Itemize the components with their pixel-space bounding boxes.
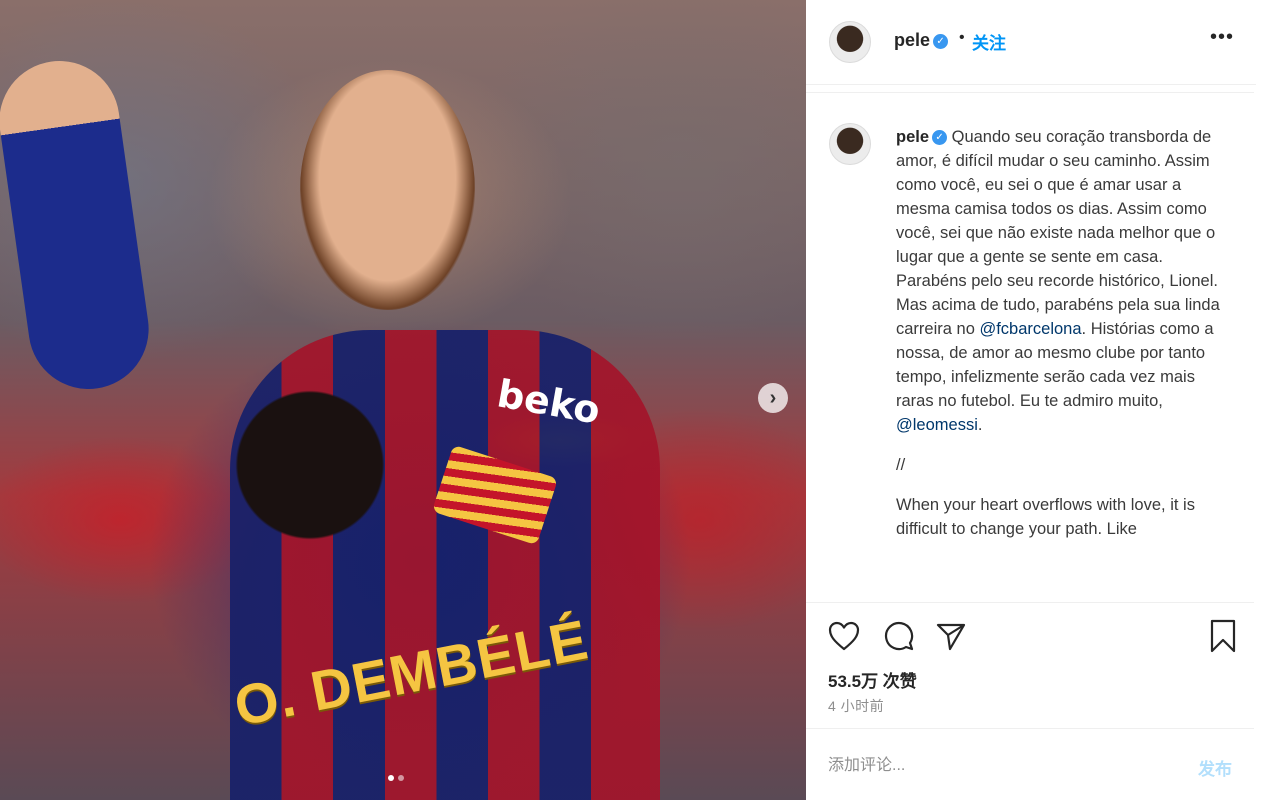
caption-text-part1: Quando seu coração transborda de amor, é…: [896, 128, 1220, 338]
follow-button[interactable]: 关注: [972, 29, 1006, 54]
carousel-dot: [398, 775, 404, 781]
header-username[interactable]: pele ✓: [894, 30, 949, 51]
share-button[interactable]: [934, 619, 968, 653]
heart-icon: [828, 621, 860, 651]
next-photo-button[interactable]: ›: [758, 383, 788, 413]
post-comment-button[interactable]: 发布: [1198, 755, 1232, 780]
add-comment-bar: 发布: [806, 728, 1254, 801]
send-plane-icon: [936, 623, 966, 651]
username-text[interactable]: pele: [894, 30, 930, 50]
carousel-dots: [388, 775, 404, 781]
post-caption: pele ✓ Quando seu coração transborda de a…: [896, 125, 1231, 541]
caption-portuguese: pele ✓ Quando seu coração transborda de a…: [896, 125, 1231, 437]
verified-badge-icon: ✓: [933, 33, 949, 49]
comment-bubble-icon: [885, 622, 914, 651]
caption-separator: //: [896, 456, 906, 474]
comments-scroll-area[interactable]: pele ✓ Quando seu coração transborda de a…: [806, 92, 1254, 603]
like-button[interactable]: [827, 619, 861, 653]
caption-english: When your heart overflows with love, it …: [896, 496, 1195, 538]
more-options-icon[interactable]: •••: [1210, 26, 1234, 49]
photo-second-player: [225, 380, 395, 550]
bookmark-icon: [1210, 619, 1236, 653]
post-timestamp[interactable]: 4 小时前: [828, 696, 884, 716]
post-header: pele ✓ • 关注 •••: [806, 0, 1256, 85]
caption-username[interactable]: pele: [896, 128, 929, 146]
photo-celebrating-player: [300, 70, 475, 310]
save-button[interactable]: [1206, 619, 1240, 653]
photo-raised-arm: [0, 53, 157, 397]
avatar[interactable]: [829, 21, 871, 63]
chevron-right-icon: ›: [769, 387, 777, 409]
mention-fcbarcelona-link[interactable]: @fcbarcelona: [979, 320, 1081, 338]
post-photo[interactable]: beko O. DEMBÉLÉ ›: [0, 0, 806, 800]
comment-button[interactable]: [882, 619, 916, 653]
post-actions: 53.5万 次赞 4 小时前: [806, 602, 1254, 728]
verified-badge-icon: ✓: [932, 130, 948, 146]
caption-avatar[interactable]: [829, 123, 871, 165]
mention-leomessi-link[interactable]: @leomessi: [896, 416, 978, 434]
caption-text-end: .: [977, 416, 983, 434]
likes-count[interactable]: 53.5万 次赞: [828, 667, 917, 692]
post-side-panel: pele ✓ • 关注 ••• pele ✓ Quando seu coração …: [806, 0, 1266, 800]
header-dot-separator: •: [959, 29, 965, 46]
carousel-dot-active: [388, 775, 394, 781]
comment-input[interactable]: [828, 751, 1158, 781]
